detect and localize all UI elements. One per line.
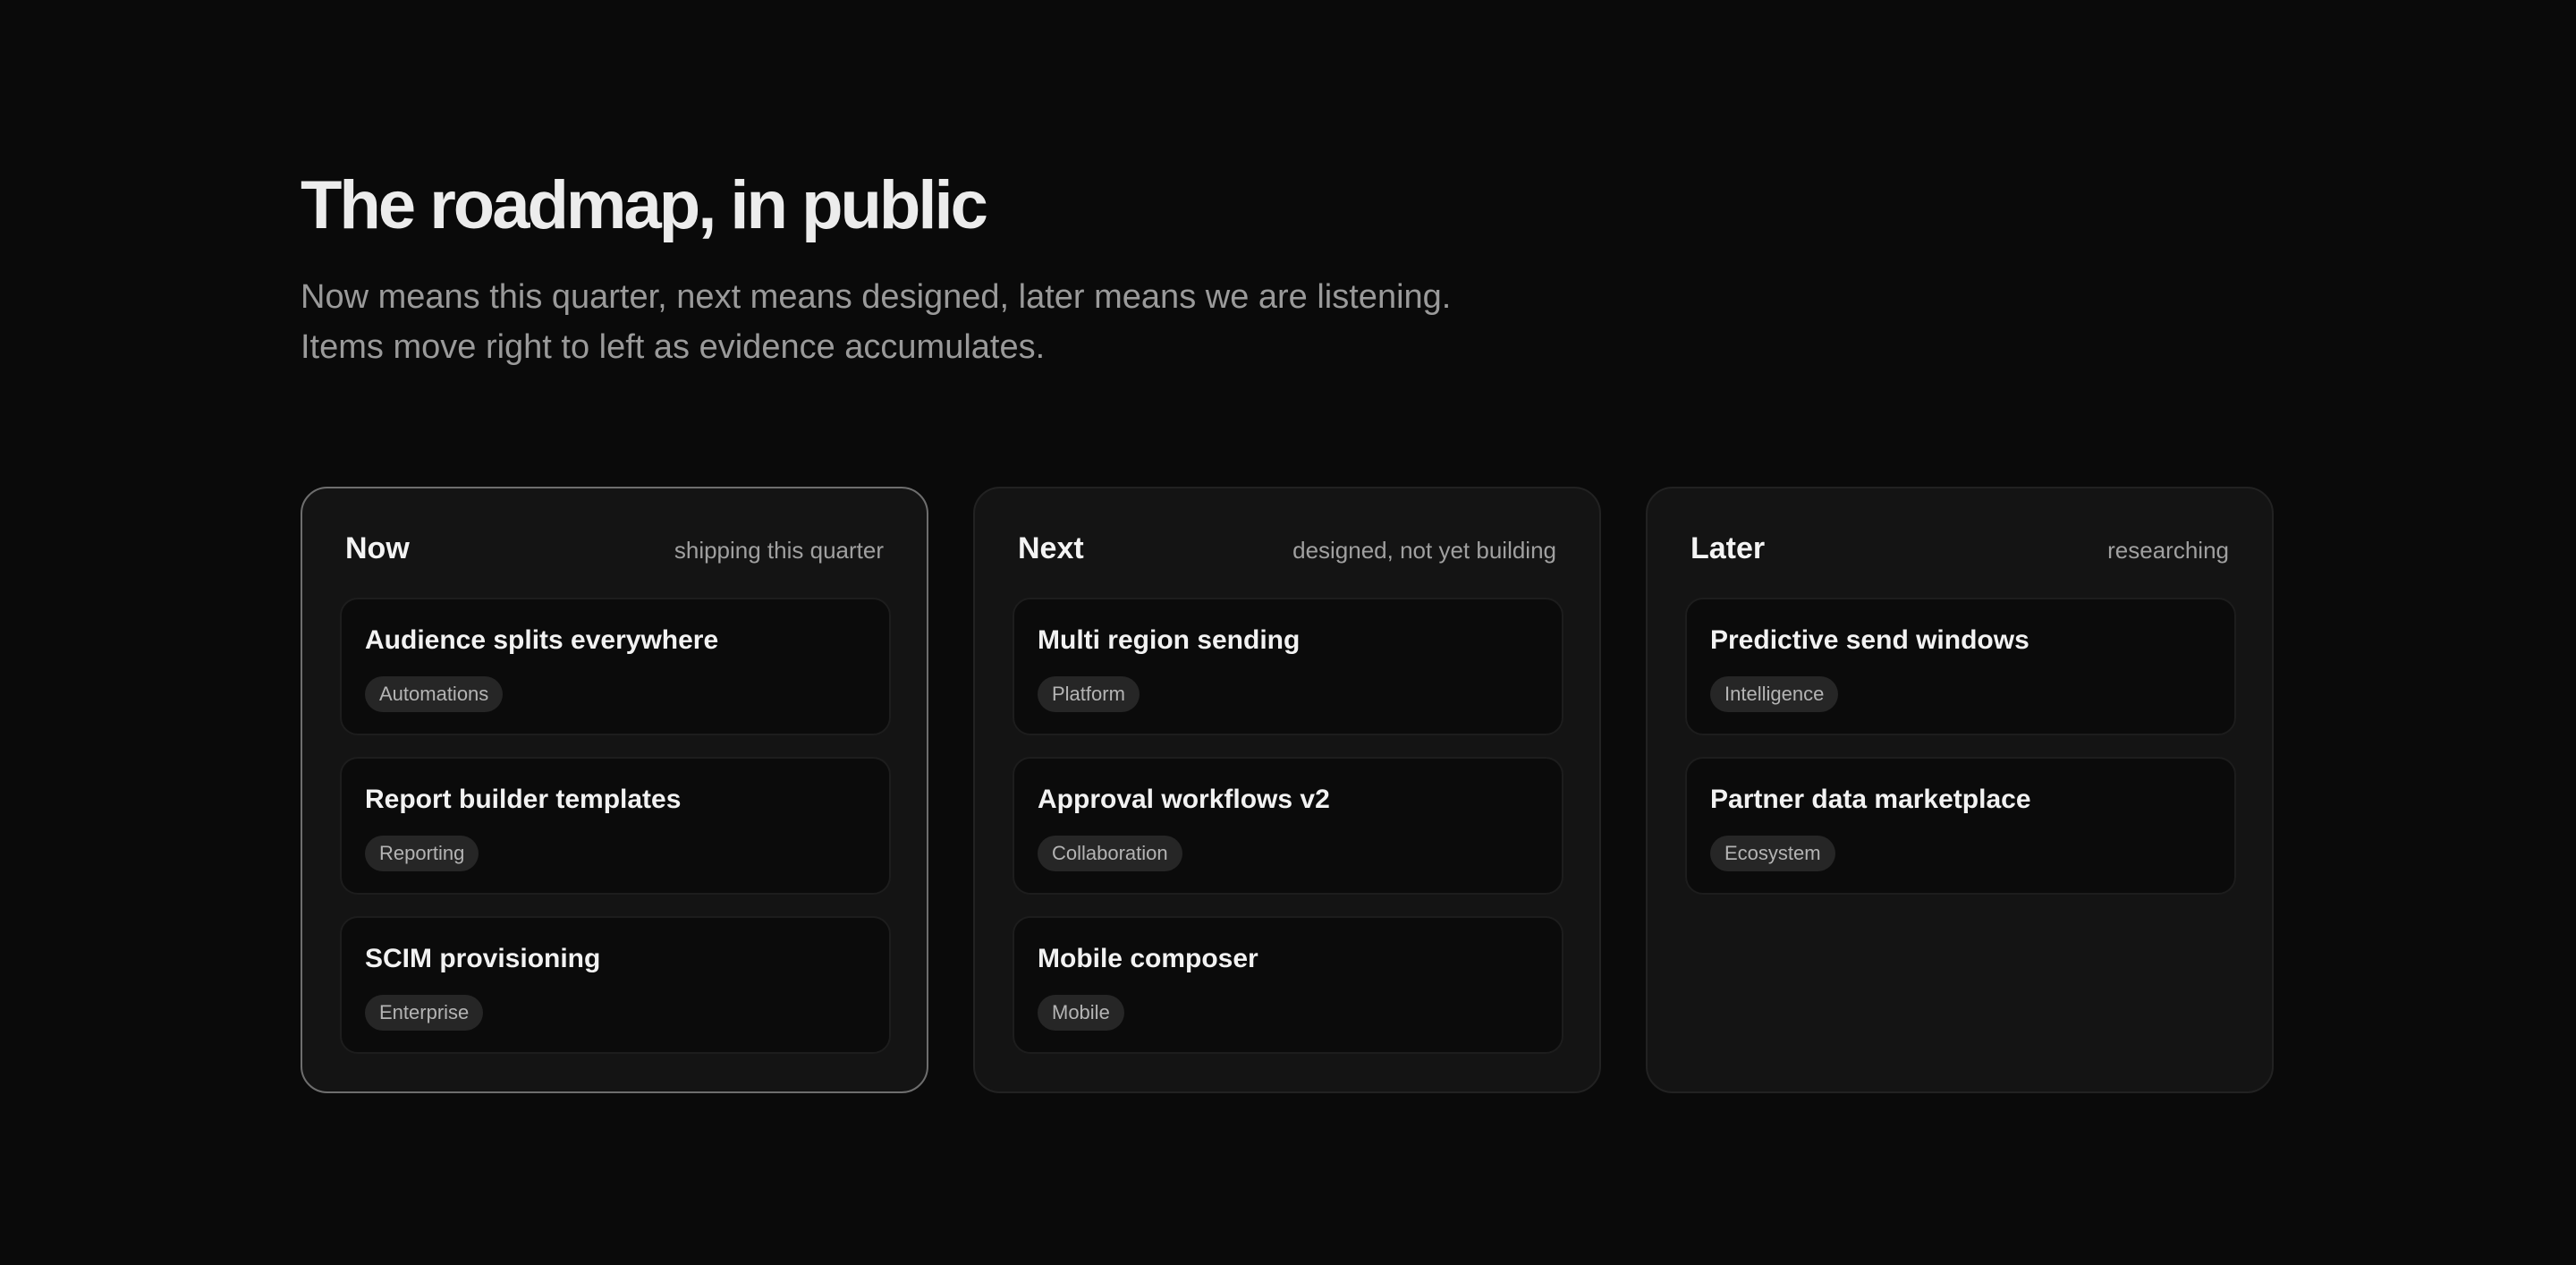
column-now[interactable]: Now shipping this quarter Audience split… <box>301 487 928 1093</box>
roadmap-card[interactable]: Mobile composer Mobile <box>1013 916 1563 1054</box>
column-caption: researching <box>2107 537 2229 564</box>
card-title: Audience splits everywhere <box>365 625 719 655</box>
roadmap-card[interactable]: Multi region sending Platform <box>1013 598 1563 735</box>
card-title: Multi region sending <box>1038 625 1301 655</box>
card-tag: Enterprise <box>365 995 484 1031</box>
card-tag: Platform <box>1038 676 1140 712</box>
card-title: SCIM provisioning <box>365 944 601 973</box>
roadmap-board: Now shipping this quarter Audience split… <box>301 487 2275 1093</box>
column-header: Next designed, not yet building <box>1018 528 1556 569</box>
card-tag: Reporting <box>365 836 479 871</box>
column-caption: shipping this quarter <box>674 537 884 564</box>
column-caption: designed, not yet building <box>1292 537 1556 564</box>
roadmap-card[interactable]: Partner data marketplace Ecosystem <box>1685 757 2236 895</box>
column-next[interactable]: Next designed, not yet building Multi re… <box>973 487 1601 1093</box>
card-title: Report builder templates <box>365 785 682 814</box>
page-subtitle: Now means this quarter, next means desig… <box>301 272 1451 372</box>
card-title: Approval workflows v2 <box>1038 785 1330 814</box>
card-tag: Ecosystem <box>1710 836 1835 871</box>
roadmap-card[interactable]: Audience splits everywhere Automations <box>340 598 891 735</box>
roadmap-card[interactable]: Approval workflows v2 Collaboration <box>1013 757 1563 895</box>
card-title: Predictive send windows <box>1710 625 2029 655</box>
roadmap-card[interactable]: Report builder templates Reporting <box>340 757 891 895</box>
column-later[interactable]: Later researching Predictive send window… <box>1646 487 2274 1093</box>
card-tag: Collaboration <box>1038 836 1182 871</box>
roadmap-card[interactable]: SCIM provisioning Enterprise <box>340 916 891 1054</box>
card-tag: Mobile <box>1038 995 1124 1031</box>
card-title: Partner data marketplace <box>1710 785 2031 814</box>
subtitle-line-2: Items move right to left as evidence acc… <box>301 328 1046 366</box>
subtitle-line-1: Now means this quarter, next means desig… <box>301 278 1452 316</box>
column-title: Next <box>1018 531 1084 565</box>
column-title: Now <box>345 531 410 565</box>
card-title: Mobile composer <box>1038 944 1258 973</box>
roadmap-card[interactable]: Predictive send windows Intelligence <box>1685 598 2236 735</box>
column-title: Later <box>1690 531 1766 565</box>
card-tag: Automations <box>365 676 504 712</box>
page-title: The roadmap, in public <box>301 167 988 243</box>
column-header: Later researching <box>1690 528 2229 569</box>
card-tag: Intelligence <box>1710 676 1839 712</box>
column-header: Now shipping this quarter <box>345 528 884 569</box>
